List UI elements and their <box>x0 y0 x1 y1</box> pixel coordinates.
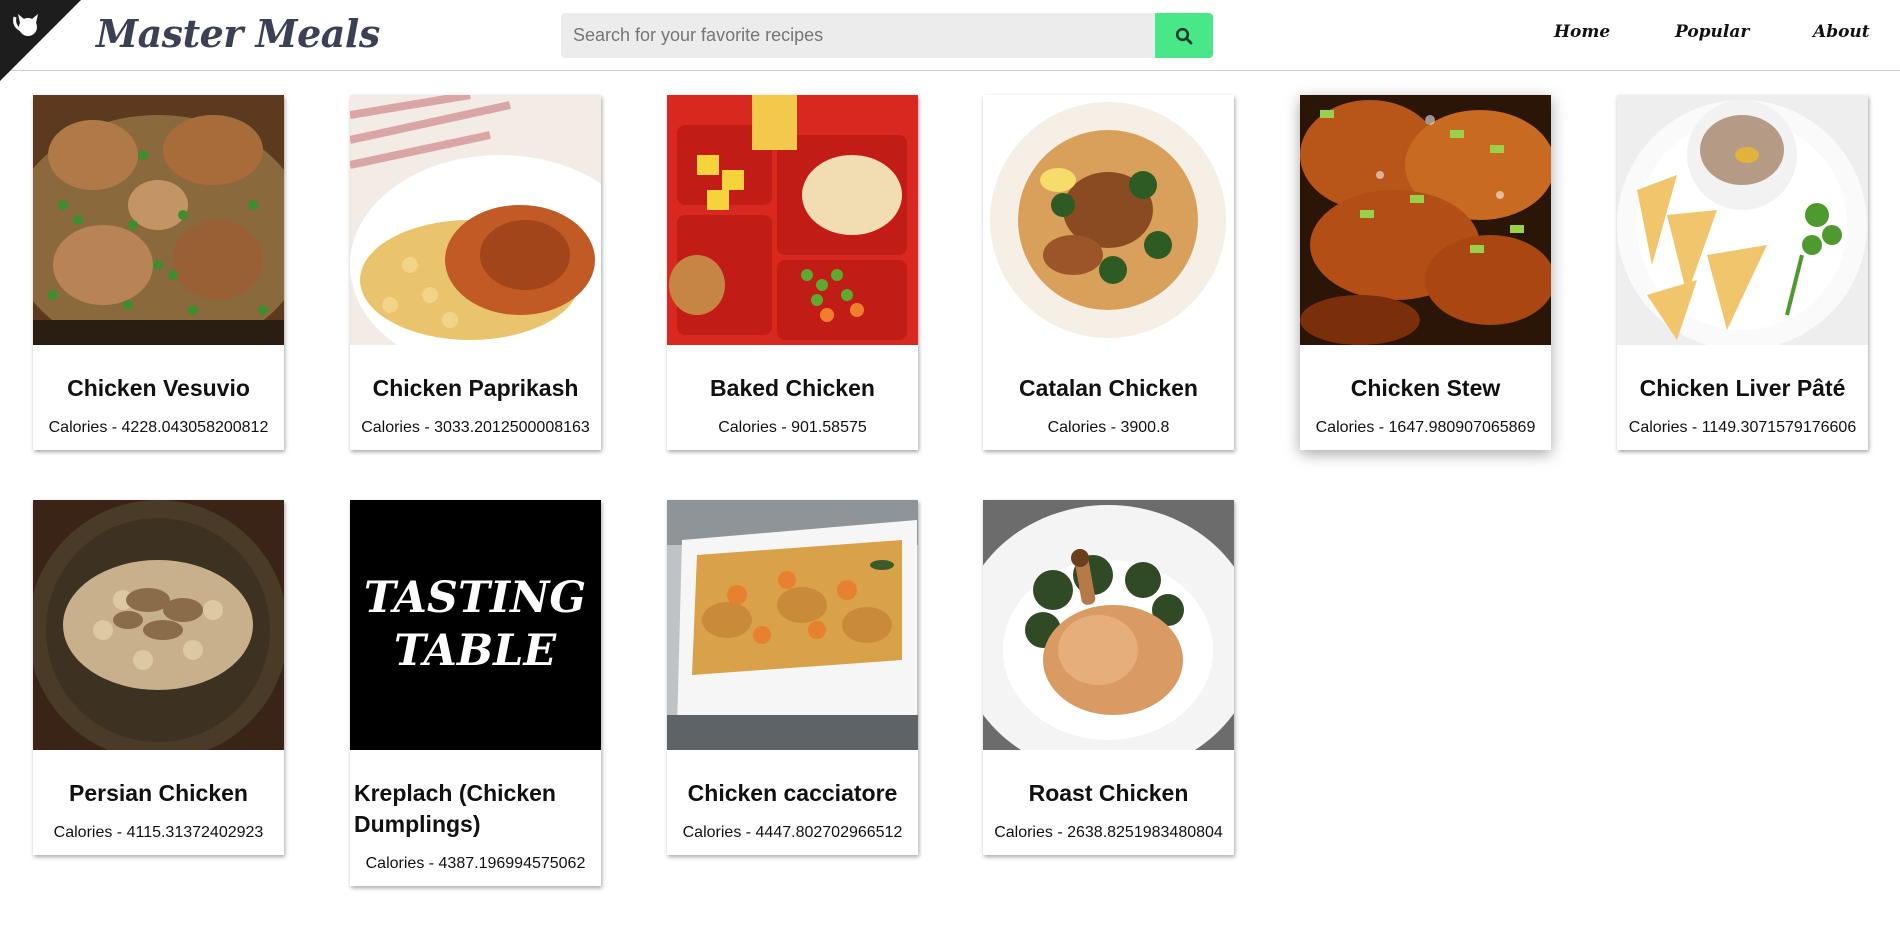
recipe-title: Chicken Vesuvio <box>67 375 250 401</box>
recipe-image <box>1300 95 1551 345</box>
svg-text:TABLE: TABLE <box>394 626 558 676</box>
recipe-calories: Calories - 4387.196994575062 <box>365 855 586 872</box>
recipe-image <box>667 500 918 750</box>
recipe-card[interactable]: Chicken cacciatore Calories - 4447.80270… <box>667 500 918 855</box>
recipe-title: Persian Chicken <box>69 780 248 806</box>
recipe-card[interactable]: Baked Chicken Calories - 901.58575 <box>667 95 918 450</box>
recipe-calories: Calories - 901.58575 <box>718 419 867 436</box>
recipe-image <box>1617 95 1868 345</box>
recipe-card[interactable]: Chicken Paprikash Calories - 3033.201250… <box>350 95 601 450</box>
recipe-card[interactable]: Persian Chicken Calories - 4115.31372402… <box>33 500 284 855</box>
recipe-card[interactable]: Catalan Chicken Calories - 3900.8 <box>983 95 1234 450</box>
recipe-title: Kreplach (Chicken Dumplings) <box>354 780 556 837</box>
recipe-card[interactable]: Chicken Liver Pâté Calories - 1149.30715… <box>1617 95 1868 450</box>
recipe-title: Baked Chicken <box>710 375 875 401</box>
recipe-card[interactable]: TASTING TABLE Kreplach (Chicken Dumpling… <box>350 500 601 886</box>
svg-text:TASTING: TASTING <box>364 573 586 623</box>
recipe-calories: Calories - 3033.2012500008163 <box>361 419 590 436</box>
recipe-grid: Chicken Vesuvio Calories - 4228.04305820… <box>0 0 1900 951</box>
recipe-calories: Calories - 1149.3071579176606 <box>1628 419 1857 436</box>
recipe-calories: Calories - 1647.980907065869 <box>1315 419 1536 436</box>
recipe-card[interactable]: Chicken Stew Calories - 1647.98090706586… <box>1300 95 1551 450</box>
recipe-image <box>983 500 1234 750</box>
recipe-calories: Calories - 4115.31372402923 <box>53 824 264 841</box>
recipe-image <box>33 95 284 345</box>
recipe-title: Chicken Paprikash <box>372 375 579 401</box>
recipe-title: Chicken cacciatore <box>687 780 898 806</box>
recipe-title: Chicken Liver Pâté <box>1639 375 1846 401</box>
recipe-calories: Calories - 2638.8251983480804 <box>994 824 1223 841</box>
recipe-calories: Calories - 4228.043058200812 <box>48 419 269 436</box>
recipe-title: Catalan Chicken <box>1019 375 1198 401</box>
recipe-image <box>33 500 284 750</box>
recipe-card[interactable]: Roast Chicken Calories - 2638.8251983480… <box>983 500 1234 855</box>
recipe-calories: Calories - 4447.802702966512 <box>682 824 903 841</box>
tasting-table-logo: TASTING TABLE <box>364 573 586 676</box>
recipe-image: TASTING TABLE <box>350 500 601 750</box>
recipe-image <box>350 95 601 345</box>
recipe-title: Roast Chicken <box>1028 780 1189 806</box>
recipe-calories: Calories - 3900.8 <box>1047 419 1170 436</box>
recipe-title: Chicken Stew <box>1350 375 1501 401</box>
recipe-card[interactable]: Chicken Vesuvio Calories - 4228.04305820… <box>33 95 284 450</box>
recipe-image <box>667 95 918 345</box>
recipe-image <box>983 95 1234 345</box>
